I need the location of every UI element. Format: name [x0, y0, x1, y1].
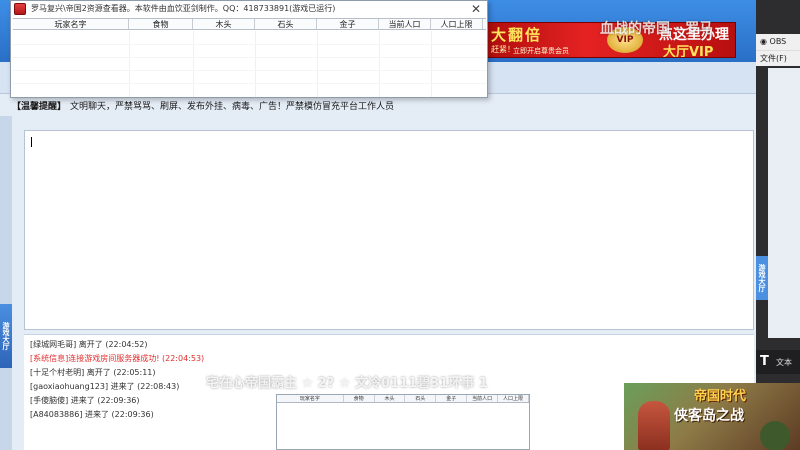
- obs-menu-file[interactable]: 文件(F): [756, 50, 800, 66]
- mini-col-gold: 金子: [436, 395, 468, 402]
- obs-preview-panel: [768, 68, 800, 338]
- resource-table-body: [13, 31, 486, 97]
- resource-table-mini: 玩家名字 食物 木头 石头 金子 当前人口 人口上限: [276, 394, 530, 450]
- col-stone[interactable]: 石头: [255, 19, 317, 29]
- banner-left-headline: 大翻倍: [491, 26, 543, 44]
- promo-title: 帝国时代: [694, 389, 747, 404]
- mini-col-popcap: 人口上限: [498, 395, 529, 402]
- col-player-name[interactable]: 玩家名字: [13, 19, 129, 29]
- banner-left-small: 赶紧！: [491, 45, 515, 54]
- obs-title: OBS: [769, 37, 787, 46]
- mini-table-body: [277, 403, 529, 450]
- stream-overlay-mid: 宅在心帝国霸主 ☆ 2? ☆ 文冷0111碧31环事 1: [206, 376, 488, 391]
- grid-line: [13, 44, 486, 45]
- col-pop-cap[interactable]: 人口上限: [431, 19, 483, 29]
- resource-viewer-window: 罗马复兴\帝国2资源查看器。本软件由血饮亚剑制作。QQ：418733891(游戏…: [10, 0, 488, 98]
- grid-line: [379, 31, 380, 97]
- grid-line: [13, 57, 486, 58]
- grid-line: [129, 31, 130, 97]
- log-line: [十足个村老明] 离开了 (22:05:11): [30, 368, 156, 377]
- grid-line: [13, 70, 486, 71]
- text-source-icon: T: [760, 354, 769, 369]
- obs-title-bar: ◉ OBS: [756, 34, 800, 50]
- log-line: [手傻脑傻] 进来了 (22:09:36): [30, 396, 140, 405]
- col-food[interactable]: 食物: [129, 19, 193, 29]
- grid-line: [193, 31, 194, 97]
- text-source-label: 文本: [776, 358, 792, 367]
- mini-col-stone: 石头: [405, 395, 437, 402]
- mini-col-player: 玩家名字: [277, 395, 344, 402]
- resource-table: 玩家名字 食物 木头 石头 金子 当前人口 人口上限: [13, 18, 486, 97]
- close-icon[interactable]: ✕: [469, 1, 483, 17]
- mini-col-wood: 木头: [375, 395, 406, 402]
- resource-table-header: 玩家名字 食物 木头 石头 金子 当前人口 人口上限: [13, 19, 486, 30]
- notice-text: 文明聊天，严禁骂骂、刷屏、发布外挂、病毒、广告！严禁模仿冒充平台工作人员: [70, 102, 395, 112]
- banner-subtext: 立即开启尊贵会员: [513, 47, 569, 55]
- grid-line: [255, 31, 256, 97]
- col-wood[interactable]: 木头: [193, 19, 255, 29]
- stream-overlay-top: 血战的帝国 · 罗马: [600, 21, 714, 37]
- game-lobby-side-tab[interactable]: 游戏大厅: [0, 304, 12, 368]
- viewer-title: 罗马复兴\帝国2资源查看器。本软件由血饮亚剑制作。QQ：418733891(游戏…: [31, 4, 336, 13]
- chat-input-area[interactable]: [24, 130, 754, 330]
- notice-bar: 【温馨提醒】 文明聊天，严禁骂骂、刷屏、发布外挂、病毒、广告！严禁模仿冒充平台工作…: [12, 98, 756, 116]
- log-line: [gaoxiaohuang123] 进来了 (22:08:43): [30, 382, 180, 391]
- grid-line: [431, 31, 432, 97]
- app-icon: [14, 3, 26, 15]
- game-promo-image[interactable]: 帝国时代 侠客岛之战: [624, 383, 800, 450]
- promo-background-figure: [760, 421, 790, 450]
- obs-game-lobby-tab[interactable]: 游戏大厅: [756, 256, 768, 300]
- text-caret: [31, 137, 32, 147]
- obs-source-text[interactable]: T 文本: [756, 350, 800, 374]
- log-line-system: [系统信息]连接游戏房间服务器成功! (22:04:53): [30, 354, 205, 363]
- promo-subtitle: 侠客岛之战: [674, 408, 744, 424]
- mini-col-food: 食物: [344, 395, 375, 402]
- log-line: [绿城网毛哥] 离开了 (22:04:52): [30, 340, 148, 349]
- mini-table-header: 玩家名字 食物 木头 石头 金子 当前人口 人口上限: [277, 395, 529, 403]
- viewer-title-bar[interactable]: 罗马复兴\帝国2资源查看器。本软件由血饮亚剑制作。QQ：418733891(游戏…: [11, 1, 487, 17]
- col-gold[interactable]: 金子: [317, 19, 379, 29]
- col-current-pop[interactable]: 当前人口: [379, 19, 431, 29]
- mini-col-pop: 当前人口: [467, 395, 499, 402]
- obs-icon: ◉: [760, 37, 770, 46]
- promo-warrior-figure: [638, 401, 670, 450]
- banner-right-sub: 大厅VIP: [663, 45, 714, 58]
- left-rail: [0, 116, 12, 450]
- log-line: [A84083886] 进来了 (22:09:36): [30, 410, 154, 419]
- notice-tag: 【温馨提醒】: [12, 102, 67, 112]
- grid-line: [317, 31, 318, 97]
- grid-line: [13, 83, 486, 84]
